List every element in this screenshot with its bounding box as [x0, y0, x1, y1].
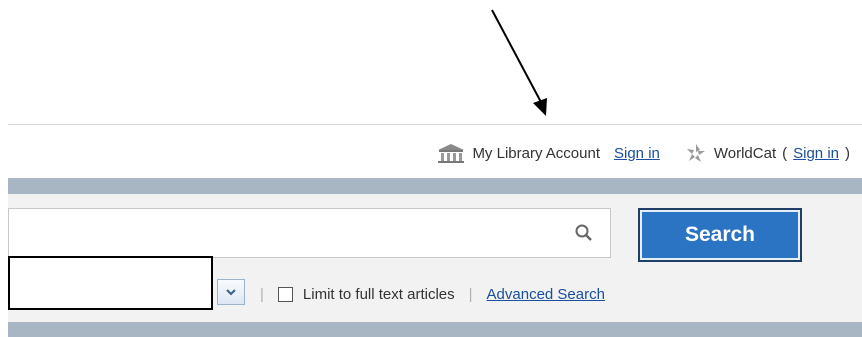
search-options: | Limit to full text articles | Advanced… — [260, 282, 605, 306]
dropdown-toggle[interactable] — [217, 279, 245, 305]
magnifier-icon[interactable] — [574, 223, 594, 243]
worldcat-close-paren: ) — [845, 144, 850, 162]
chevron-down-icon — [226, 289, 236, 296]
worldcat-label: WorldCat — [713, 144, 777, 162]
search-box — [8, 208, 611, 258]
search-input[interactable] — [13, 209, 577, 257]
worldcat-open-paren: ( — [782, 144, 788, 162]
search-button[interactable]: Search — [638, 208, 802, 262]
sign-in-link[interactable]: Sign in — [614, 145, 660, 162]
header-band — [8, 178, 862, 194]
separator: | — [468, 285, 473, 303]
account-bar: My Library Account Sign in WorldCat ( Si… — [436, 140, 850, 166]
library-building-icon — [438, 144, 465, 163]
my-library-account-label[interactable]: My Library Account — [472, 145, 600, 162]
separator: | — [260, 285, 264, 303]
full-text-label[interactable]: Limit to full text articles — [303, 286, 455, 303]
annotation-arrow — [491, 9, 547, 116]
full-text-checkbox[interactable] — [277, 286, 293, 302]
worldcat-sign-in-link[interactable]: Sign in — [793, 145, 839, 162]
advanced-search-link[interactable]: Advanced Search — [487, 286, 605, 303]
header-divider — [8, 124, 862, 125]
footer-band — [8, 322, 862, 337]
worldcat-logo-icon — [686, 144, 705, 162]
redaction-box — [8, 256, 213, 310]
